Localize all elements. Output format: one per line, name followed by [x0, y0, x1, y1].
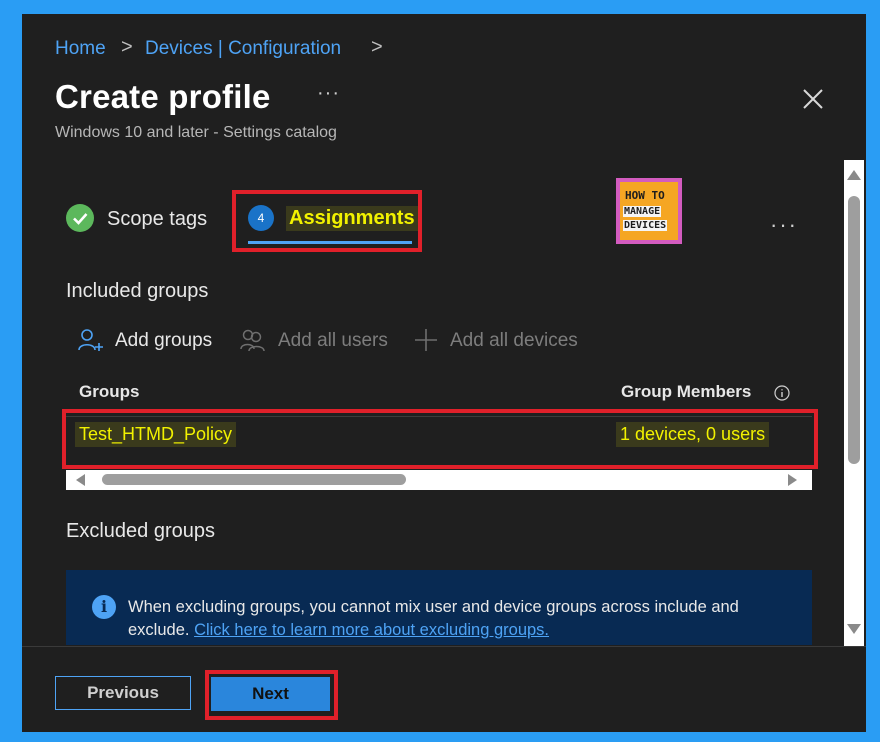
breadcrumb-devices-configuration[interactable]: Devices | Configuration: [145, 38, 341, 60]
exclusion-info-text: When excluding groups, you cannot mix us…: [128, 598, 739, 639]
close-icon[interactable]: [800, 86, 826, 112]
learn-more-link[interactable]: Click here to learn more about excluding…: [194, 621, 549, 639]
more-actions-icon[interactable]: ···: [317, 82, 340, 105]
group-members-column-header[interactable]: Group Members: [621, 382, 751, 402]
scrollbar-thumb[interactable]: [848, 196, 860, 464]
previous-button[interactable]: Previous: [55, 676, 191, 710]
breadcrumb-home[interactable]: Home: [55, 38, 106, 60]
step-number-badge: 4: [248, 205, 274, 231]
page-subtitle: Windows 10 and later - Settings catalog: [55, 124, 337, 141]
group-members-cell: 1 devices, 0 users: [616, 422, 770, 447]
info-icon[interactable]: [774, 385, 790, 401]
create-profile-panel: Home > Devices | Configuration > Create …: [22, 14, 866, 732]
add-user-icon[interactable]: [77, 327, 105, 353]
add-groups-button[interactable]: Add groups: [115, 330, 212, 352]
check-circle-icon: [66, 204, 94, 232]
add-all-users-button[interactable]: Add all users: [278, 330, 388, 352]
table-horizontal-scrollbar[interactable]: [66, 470, 812, 490]
content-vertical-scrollbar[interactable]: [844, 160, 864, 646]
footer-divider: [22, 646, 866, 647]
users-icon: [240, 327, 268, 353]
info-circle-icon: i: [92, 595, 116, 619]
excluded-groups-heading: Excluded groups: [66, 520, 215, 542]
active-tab-indicator: [248, 241, 412, 244]
add-all-devices-button[interactable]: Add all devices: [450, 330, 578, 352]
included-groups-heading: Included groups: [66, 280, 209, 302]
tab-scope-tags[interactable]: Scope tags: [107, 208, 207, 231]
breadcrumb-separator: >: [121, 36, 133, 58]
page-title: Create profile: [55, 78, 271, 115]
next-button[interactable]: Next: [211, 677, 330, 711]
how-to-manage-devices-logo: HOW TO MANAGE DEVICES: [616, 178, 682, 244]
scroll-down-icon[interactable]: [847, 624, 861, 634]
scroll-up-icon[interactable]: [847, 170, 861, 180]
plus-icon: [414, 328, 438, 352]
groups-column-header[interactable]: Groups: [79, 382, 139, 402]
scrollbar-thumb[interactable]: [102, 474, 406, 485]
group-name-cell[interactable]: Test_HTMD_Policy: [75, 422, 237, 447]
breadcrumb-separator: >: [371, 36, 383, 58]
profile-content: Scope tags 4 Assignments HOW TO MANAGE D…: [22, 160, 840, 645]
scroll-right-icon[interactable]: [788, 474, 797, 486]
scroll-left-icon[interactable]: [76, 474, 85, 486]
tab-assignments[interactable]: Assignments: [286, 206, 418, 231]
more-options-icon[interactable]: ···: [770, 212, 798, 238]
exclusion-info-banner: i When excluding groups, you cannot mix …: [66, 570, 812, 645]
